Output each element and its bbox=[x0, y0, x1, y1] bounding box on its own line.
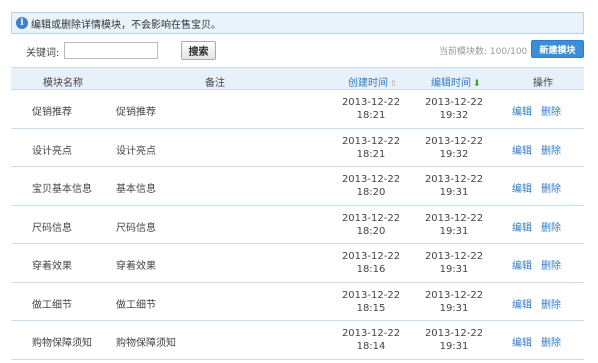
header-edited-time[interactable]: 编辑时间 ⬇ bbox=[431, 74, 481, 89]
search-button[interactable]: 搜索 bbox=[181, 41, 216, 60]
created-date: 2013-12-22 bbox=[341, 174, 401, 185]
edit-link[interactable]: 编辑 bbox=[512, 219, 532, 234]
info-icon: i bbox=[16, 17, 28, 29]
module-name: 设计亮点 bbox=[32, 145, 72, 157]
created-time: 2013-12-22 18:20 bbox=[336, 173, 406, 199]
delete-link[interactable]: 删除 bbox=[541, 103, 561, 118]
created-clock: 18:21 bbox=[356, 148, 386, 160]
edit-link[interactable]: 编辑 bbox=[512, 296, 532, 311]
created-clock: 18:16 bbox=[356, 264, 386, 275]
created-date: 2013-12-22 bbox=[341, 212, 401, 224]
edited-clock: 19:31 bbox=[439, 341, 469, 352]
module-note: 促销推荐 bbox=[116, 107, 156, 118]
edited-date: 2013-12-22 bbox=[424, 212, 484, 224]
edited-clock: 19:31 bbox=[439, 264, 469, 275]
sort-down-icon: ⬇ bbox=[473, 79, 481, 89]
module-name: 宝贝基本信息 bbox=[32, 184, 92, 195]
edited-time: 2013-12-22 19:31 bbox=[419, 173, 489, 199]
table-row: 促销推荐 促销推荐 2013-12-22 18:21 2013-12-22 19:32 编辑… bbox=[11, 90, 584, 129]
created-time: 2013-12-22 18:21 bbox=[336, 96, 406, 122]
table-row: 穿着效果 穿着效果 2013-12-22 18:16 2013-12-22 19:31 编辑… bbox=[11, 244, 584, 283]
module-note: 穿着效果 bbox=[116, 261, 156, 272]
edited-date: 2013-12-22 bbox=[424, 289, 484, 301]
module-name: 穿着效果 bbox=[32, 261, 72, 272]
delete-link[interactable]: 删除 bbox=[541, 180, 561, 195]
module-note: 基本信息 bbox=[116, 184, 156, 195]
keyword-label: 关键词: bbox=[26, 48, 60, 59]
header-module-name: 模块名称 bbox=[43, 78, 83, 89]
edited-clock: 19:31 bbox=[439, 187, 469, 198]
edited-time: 2013-12-22 19:31 bbox=[419, 250, 489, 276]
created-clock: 18:15 bbox=[356, 302, 386, 314]
created-time: 2013-12-22 18:21 bbox=[336, 135, 406, 161]
created-time: 2013-12-22 18:16 bbox=[336, 250, 406, 276]
module-note: 尺码信息 bbox=[116, 222, 156, 234]
edited-clock: 19:31 bbox=[439, 302, 469, 314]
edited-date: 2013-12-22 bbox=[424, 251, 484, 262]
module-note: 购物保障须知 bbox=[116, 338, 176, 349]
table-body: 促销推荐 促销推荐 2013-12-22 18:21 2013-12-22 19:32 编辑… bbox=[11, 90, 584, 360]
table-row: 尺码信息 尺码信息 2013-12-22 18:20 2013-12-22 19:31 编辑… bbox=[11, 206, 584, 244]
edited-date: 2013-12-22 bbox=[424, 328, 484, 339]
module-note: 设计亮点 bbox=[116, 145, 156, 157]
delete-link[interactable]: 删除 bbox=[541, 219, 561, 234]
edit-link[interactable]: 编辑 bbox=[512, 103, 532, 118]
keyword-input[interactable] bbox=[64, 42, 158, 59]
created-time: 2013-12-22 18:20 bbox=[336, 212, 406, 238]
edited-date: 2013-12-22 bbox=[424, 135, 484, 147]
table-row: 设计亮点 设计亮点 2013-12-22 18:21 2013-12-22 19:32 编辑… bbox=[11, 129, 584, 167]
created-clock: 18:20 bbox=[356, 225, 386, 237]
delete-link[interactable]: 删除 bbox=[541, 334, 561, 349]
edit-link[interactable]: 编辑 bbox=[512, 334, 532, 349]
header-created-time[interactable]: 创建时间 ⇧ bbox=[348, 74, 397, 89]
created-date: 2013-12-22 bbox=[341, 97, 401, 108]
edit-link[interactable]: 编辑 bbox=[512, 257, 532, 272]
module-table: 模块名称 备注 创建时间 ⇧ 编辑时间 ⬇ 操作 促销推荐 促销推荐 2013-12-2… bbox=[11, 67, 584, 360]
notice-text: 编辑或删除详情模块，不会影响在售宝贝。 bbox=[31, 19, 221, 31]
edited-time: 2013-12-22 19:31 bbox=[419, 212, 489, 238]
edited-date: 2013-12-22 bbox=[424, 174, 484, 185]
module-name: 购物保障须知 bbox=[32, 338, 92, 349]
created-clock: 18:20 bbox=[356, 187, 386, 198]
header-created-label: 创建时间 bbox=[348, 78, 388, 89]
header-note: 备注 bbox=[205, 78, 225, 89]
created-date: 2013-12-22 bbox=[341, 251, 401, 262]
edit-link[interactable]: 编辑 bbox=[512, 142, 532, 157]
created-date: 2013-12-22 bbox=[341, 289, 401, 301]
module-name: 促销推荐 bbox=[32, 107, 72, 118]
info-notice: i 编辑或删除详情模块，不会影响在售宝贝。 bbox=[11, 12, 584, 34]
delete-link[interactable]: 删除 bbox=[541, 142, 561, 157]
created-time: 2013-12-22 18:15 bbox=[336, 289, 406, 315]
delete-link[interactable]: 删除 bbox=[541, 296, 561, 311]
created-clock: 18:14 bbox=[356, 341, 386, 352]
sort-up-icon: ⇧ bbox=[390, 79, 397, 88]
table-row: 购物保障须知 购物保障须知 2013-12-22 18:14 2013-12-22 19:… bbox=[11, 321, 584, 360]
edited-date: 2013-12-22 bbox=[424, 97, 484, 108]
search-toolbar: 关键词: 搜索 当前模块数: 100/100 新建模块 bbox=[11, 40, 584, 60]
module-count: 当前模块数: 100/100 bbox=[439, 47, 528, 57]
table-row: 做工细节 做工细节 2013-12-22 18:15 2013-12-22 19:31 编辑… bbox=[11, 283, 584, 321]
header-actions: 操作 bbox=[533, 78, 553, 89]
new-module-button[interactable]: 新建模块 bbox=[531, 40, 584, 58]
header-edited-label: 编辑时间 bbox=[431, 78, 471, 89]
edited-time: 2013-12-22 19:32 bbox=[419, 96, 489, 122]
edited-time: 2013-12-22 19:31 bbox=[419, 327, 489, 353]
module-note: 做工细节 bbox=[116, 299, 156, 311]
created-date: 2013-12-22 bbox=[341, 328, 401, 339]
edited-clock: 19:31 bbox=[439, 225, 469, 237]
edit-link[interactable]: 编辑 bbox=[512, 180, 532, 195]
delete-link[interactable]: 删除 bbox=[541, 257, 561, 272]
table-header: 模块名称 备注 创建时间 ⇧ 编辑时间 ⬇ 操作 bbox=[11, 67, 584, 90]
edited-time: 2013-12-22 19:32 bbox=[419, 135, 489, 161]
created-clock: 18:21 bbox=[356, 110, 386, 121]
module-name: 做工细节 bbox=[32, 299, 72, 311]
edited-time: 2013-12-22 19:31 bbox=[419, 289, 489, 315]
created-time: 2013-12-22 18:14 bbox=[336, 327, 406, 353]
module-name: 尺码信息 bbox=[32, 222, 72, 234]
created-date: 2013-12-22 bbox=[341, 135, 401, 147]
edited-clock: 19:32 bbox=[439, 148, 469, 160]
edited-clock: 19:32 bbox=[439, 110, 469, 121]
table-row: 宝贝基本信息 基本信息 2013-12-22 18:20 2013-12-22 19:31… bbox=[11, 167, 584, 206]
